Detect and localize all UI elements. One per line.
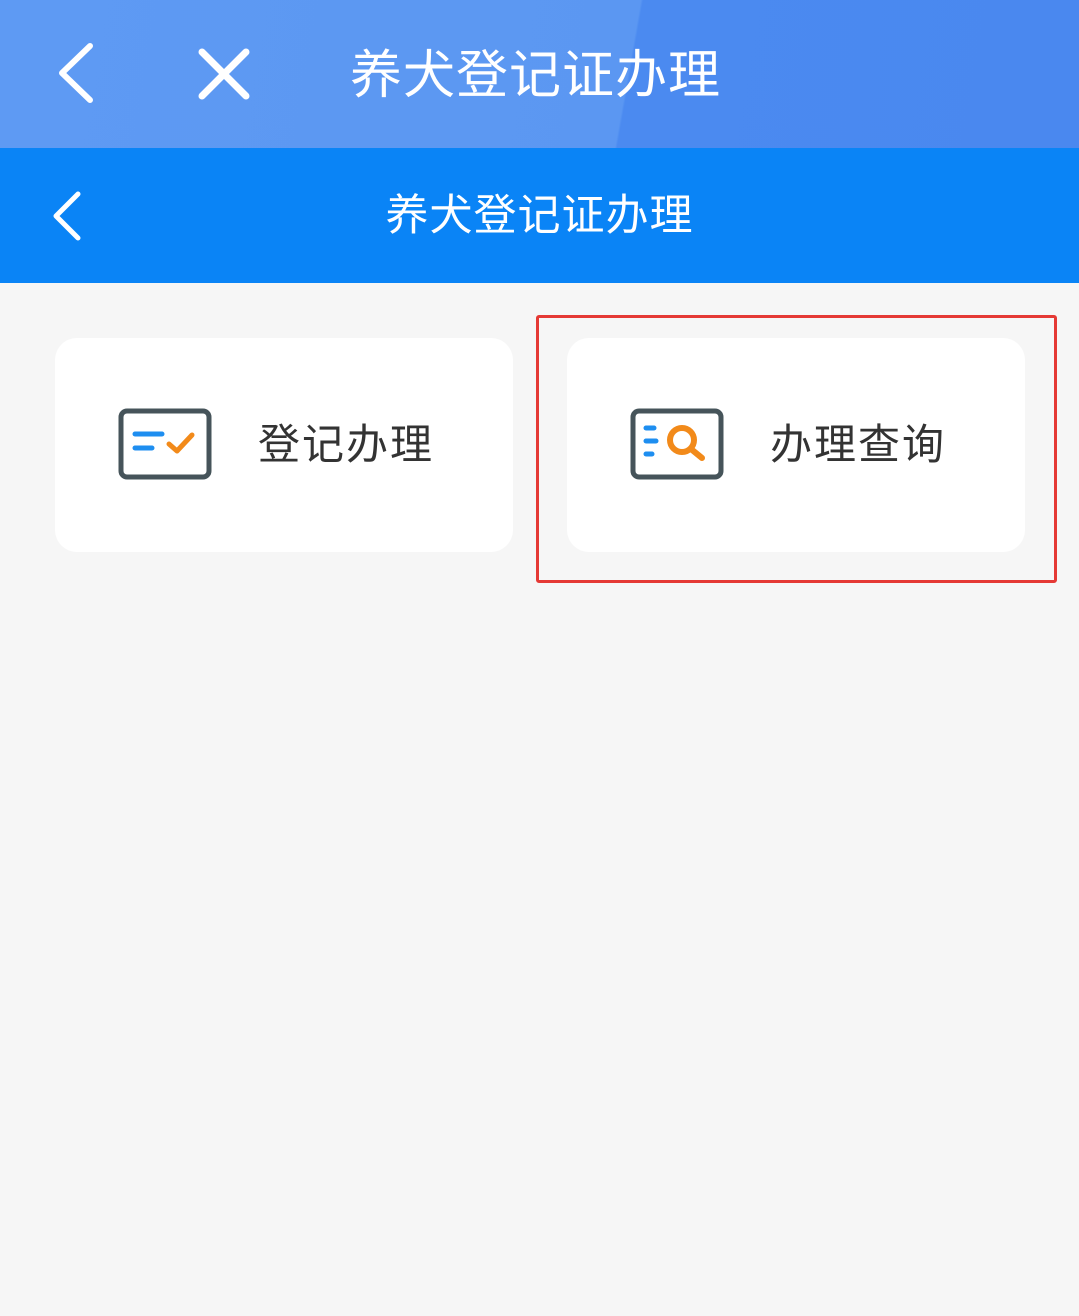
registration-check-icon (118, 408, 212, 480)
chevron-left-icon[interactable] (48, 38, 108, 108)
query-card[interactable]: 办理查询 (567, 338, 1025, 552)
query-label: 办理查询 (770, 420, 947, 469)
page-header: 养犬登记证办理 (0, 148, 1079, 283)
register-label: 登记办理 (258, 420, 435, 469)
register-card[interactable]: 登记办理 (55, 338, 513, 552)
browser-top-bar: 养犬登记证办理 (0, 0, 1079, 148)
page-title: 养犬登记证办理 (385, 191, 694, 241)
search-document-icon (630, 408, 724, 480)
browser-title: 养犬登记证办理 (350, 46, 722, 106)
close-icon[interactable] (196, 46, 252, 102)
